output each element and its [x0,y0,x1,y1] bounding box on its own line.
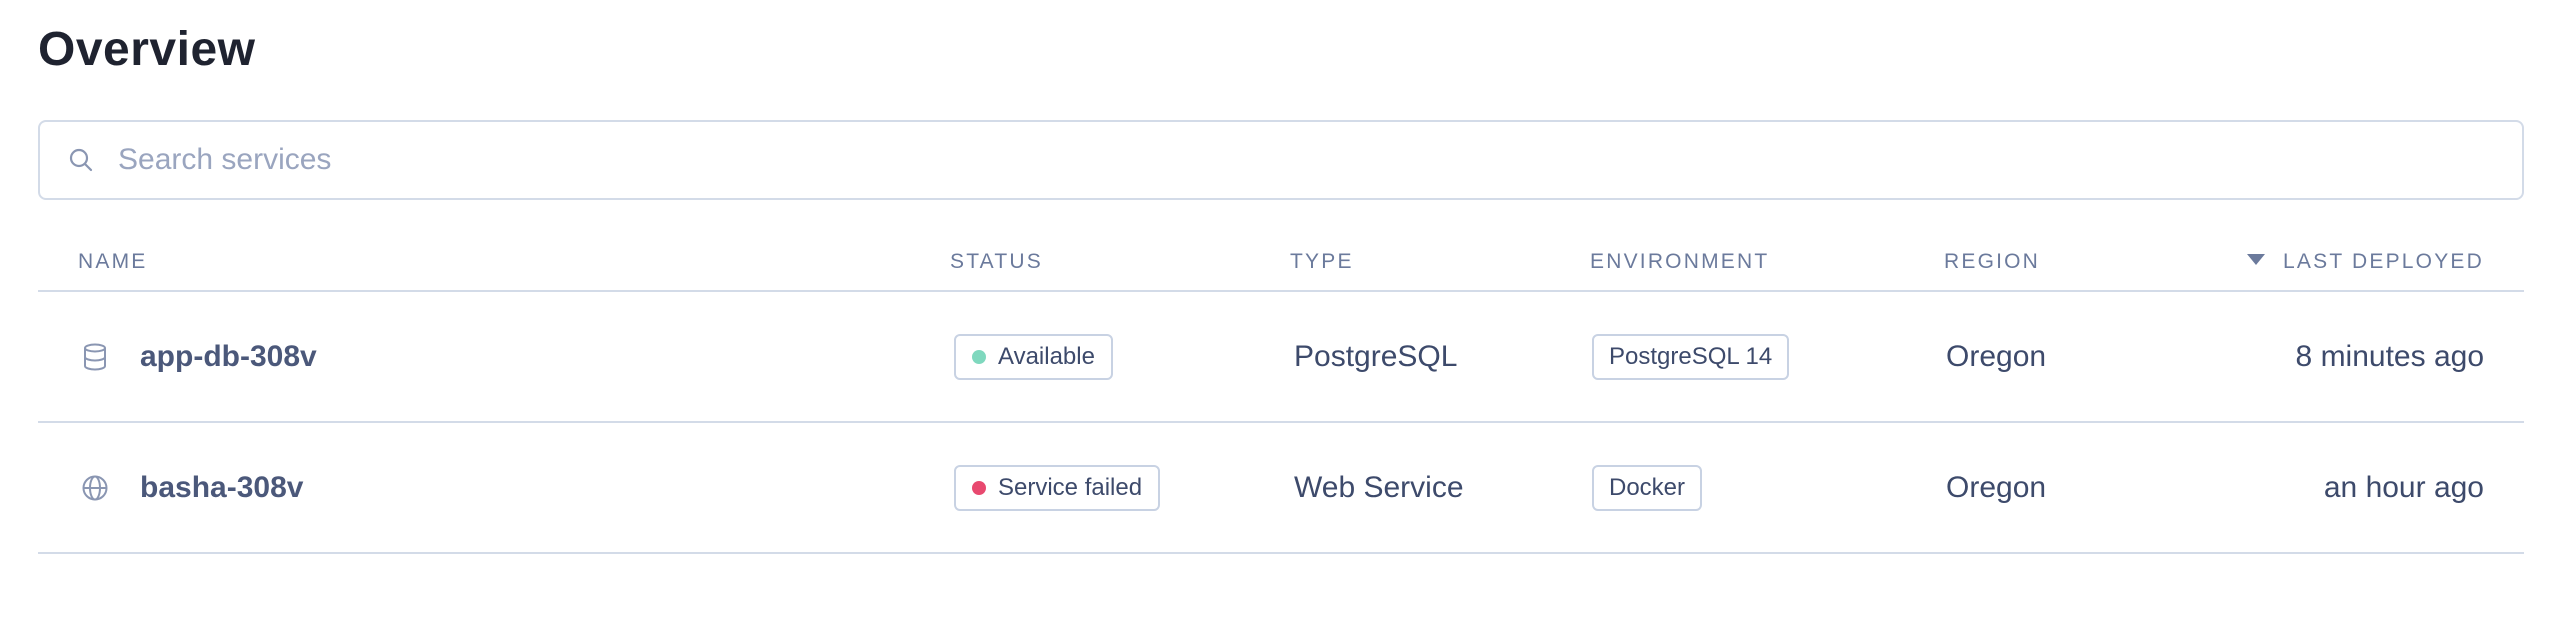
column-header-region[interactable]: REGION [1944,250,2040,274]
status-dot-icon [972,349,986,364]
column-header-type[interactable]: TYPE [1290,250,1354,274]
status-cell: Service failed [954,464,1161,511]
table-row[interactable]: app-db-308v Available PostgreSQL Postgre… [38,292,2524,423]
globe-icon [80,473,110,503]
search-icon [66,145,96,175]
type-cell: PostgreSQL [1294,339,1458,373]
last-deployed-cell: an hour ago [2323,470,2484,504]
service-name-cell[interactable]: basha-308v [80,471,303,505]
status-label: Available [998,342,1095,370]
status-cell: Available [954,333,1113,380]
column-header-environment[interactable]: ENVIRONMENT [1590,250,1769,274]
environment-badge: PostgreSQL 14 [1592,333,1790,380]
last-deployed-cell: 8 minutes ago [2295,339,2484,373]
sort-descending-icon [2247,253,2266,265]
service-name-cell[interactable]: app-db-308v [80,340,317,374]
page-title: Overview [38,23,256,76]
column-header-last-deployed-label: LAST DEPLOYED [2283,250,2484,273]
overview-page: Overview NAME STATUS TYPE ENVIRONMENT RE… [0,0,2562,618]
region-cell: Oregon [1946,339,2047,373]
environment-badge: Docker [1592,464,1703,511]
table-header: NAME STATUS TYPE ENVIRONMENT REGION LAST… [38,236,2524,292]
search-box[interactable] [38,120,2524,200]
column-header-name[interactable]: NAME [78,250,147,274]
region-cell: Oregon [1946,470,2047,504]
status-badge: Service failed [954,464,1161,511]
services-table: NAME STATUS TYPE ENVIRONMENT REGION LAST… [38,236,2524,554]
type-cell: Web Service [1294,470,1464,504]
service-name-link[interactable]: basha-308v [140,471,303,505]
environment-cell: PostgreSQL 14 [1592,333,1790,380]
status-label: Service failed [998,473,1143,501]
status-dot-icon [972,480,986,495]
table-row[interactable]: basha-308v Service failed Web Service Do… [38,423,2524,554]
column-header-status[interactable]: STATUS [950,250,1043,274]
database-icon [80,342,110,372]
search-input[interactable] [118,143,2418,177]
status-badge: Available [954,333,1113,380]
service-name-link[interactable]: app-db-308v [140,340,317,374]
column-header-last-deployed[interactable]: LAST DEPLOYED [2247,250,2484,274]
environment-cell: Docker [1592,464,1703,511]
